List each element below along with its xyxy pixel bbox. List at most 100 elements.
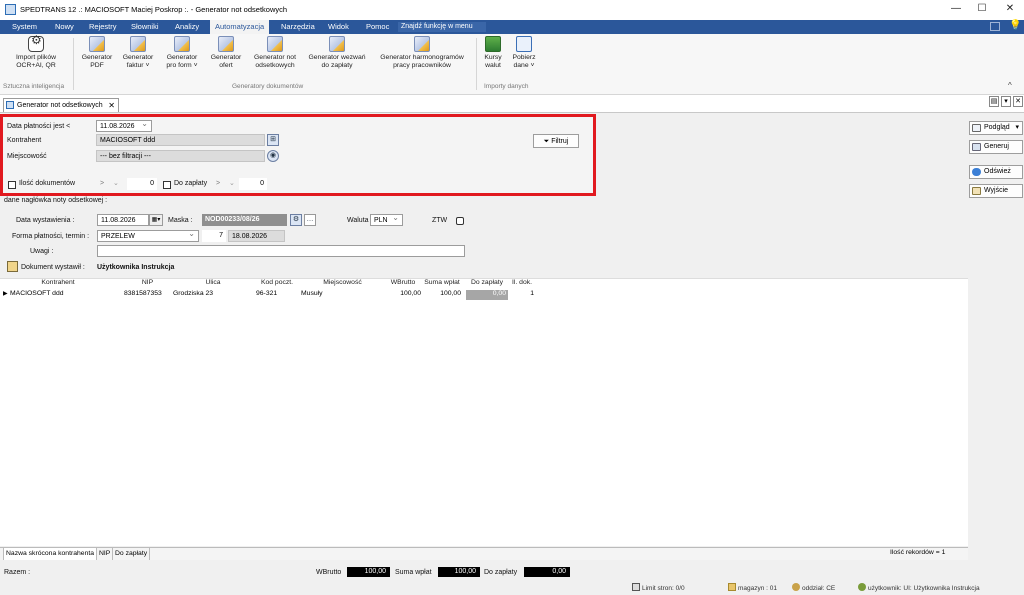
generator-invoices-button[interactable]: Generator faktur ˅ bbox=[118, 36, 158, 70]
column-header[interactable]: Suma wpłat bbox=[423, 279, 461, 289]
currency-select[interactable]: PLN bbox=[370, 212, 403, 226]
close-tab-icon[interactable]: ✕ bbox=[108, 99, 115, 112]
menu-new[interactable]: Nowy bbox=[55, 20, 74, 34]
mask-label: Maska : bbox=[168, 217, 193, 224]
cell-nip[interactable]: 8381587353 bbox=[124, 290, 162, 300]
ribbon-label: Generator bbox=[210, 54, 242, 61]
tab-interest-notes-generator[interactable]: Generator not odsetkowych ✕ bbox=[3, 98, 119, 112]
exchange-rates-button[interactable]: Kursy walut bbox=[479, 36, 507, 70]
generate-button[interactable]: Generuj bbox=[969, 140, 1023, 154]
cell-suma-wplat[interactable]: 100,00 bbox=[423, 290, 461, 300]
refresh-label: Odśwież bbox=[984, 168, 1011, 175]
contractor-lookup-icon[interactable]: ⊞ bbox=[267, 134, 279, 146]
menu-view[interactable]: Widok bbox=[328, 20, 349, 34]
ribbon-label: odsetkowych bbox=[255, 62, 295, 69]
window-list-icon[interactable]: ▤ bbox=[989, 96, 999, 107]
section-title: dane nagłówka noty odsetkowej : bbox=[4, 197, 108, 204]
menu-system[interactable]: System bbox=[12, 20, 37, 34]
cell-postal-code[interactable]: 96-321 bbox=[256, 290, 277, 300]
cell-wbrutto[interactable]: 100,00 bbox=[385, 290, 421, 300]
filter-button-label: Filtruj bbox=[551, 138, 569, 145]
column-header[interactable]: Do zapłaty bbox=[466, 279, 508, 289]
generator-interest-notes-button[interactable]: Generator not odsetkowych bbox=[248, 36, 302, 70]
chevron-down-icon[interactable]: ▾ bbox=[1015, 122, 1019, 134]
mask-settings-icon[interactable]: ⚙ bbox=[290, 214, 302, 226]
column-header[interactable]: Ulica bbox=[170, 279, 256, 289]
ribbon-label: walut bbox=[485, 62, 501, 69]
download-data-button[interactable]: Pobierz dane ˅ bbox=[508, 36, 540, 70]
cell-street[interactable]: Grodziska 23 bbox=[173, 290, 213, 300]
chevron-down-icon[interactable]: ⌄ bbox=[229, 179, 235, 187]
notes-field[interactable] bbox=[97, 245, 465, 257]
doc-count-checkbox[interactable] bbox=[8, 181, 16, 189]
globe-icon[interactable]: ◉ bbox=[267, 150, 279, 162]
close-document-icon[interactable]: ✕ bbox=[1013, 96, 1023, 107]
lightbulb-icon[interactable]: 💡 bbox=[1009, 20, 1021, 31]
payment-term-days-field[interactable]: 7 bbox=[202, 230, 226, 242]
tab-nip[interactable]: NIP bbox=[97, 548, 114, 560]
column-header[interactable]: Il. dok. bbox=[508, 279, 536, 289]
generator-proforma-button[interactable]: Generator pro form ˅ bbox=[160, 36, 204, 70]
column-header[interactable]: WBrutto bbox=[385, 279, 421, 289]
more-options-icon[interactable]: … bbox=[304, 214, 316, 226]
due-date-field[interactable]: 11.08.2026 bbox=[96, 118, 152, 132]
column-header[interactable]: Kontrahent bbox=[8, 279, 108, 289]
doc-count-field[interactable]: 0 bbox=[127, 178, 157, 190]
generator-pdf-button[interactable]: Generator PDF bbox=[78, 36, 116, 70]
menu-analyses[interactable]: Analizy bbox=[175, 20, 199, 34]
generator-payment-demands-button[interactable]: Generator wezwań do zapłaty bbox=[304, 36, 370, 70]
close-button[interactable]: ✕ bbox=[994, 0, 1024, 20]
to-pay-checkbox[interactable] bbox=[163, 181, 171, 189]
contractor-field[interactable]: MACIOSOFT ddd bbox=[96, 134, 265, 146]
tab-label: Generator not odsetkowych bbox=[17, 102, 103, 109]
to-pay-operator[interactable]: > bbox=[216, 180, 220, 187]
column-header[interactable]: Miejscowość bbox=[300, 279, 385, 289]
warehouse-icon bbox=[728, 583, 736, 591]
find-function-input[interactable]: Znajdź funkcję w menu bbox=[398, 22, 486, 32]
mask-field[interactable]: NOD00233/08/26 bbox=[202, 214, 287, 226]
payment-due-date-field: 18.08.2026 bbox=[228, 230, 285, 242]
menu-registers[interactable]: Rejestry bbox=[89, 20, 117, 34]
ztw-checkbox[interactable] bbox=[456, 217, 464, 225]
menu-tools[interactable]: Narzędzia bbox=[281, 20, 315, 34]
warehouse-status: magazyn : 01 bbox=[728, 583, 777, 592]
tab-to-pay[interactable]: Do zapłaty bbox=[113, 548, 151, 560]
app-icon bbox=[5, 4, 16, 15]
chevron-down-icon[interactable]: ⌄ bbox=[113, 179, 119, 187]
generator-schedules-button[interactable]: Generator harmonogramów pracy pracownikó… bbox=[372, 36, 472, 70]
filter-button[interactable]: ⏷ Filtruj bbox=[533, 134, 579, 148]
city-field[interactable]: --- bez filtracji --- bbox=[96, 150, 265, 162]
to-pay-field[interactable]: 0 bbox=[239, 178, 267, 190]
status-bar: Limit stron: 0/0 magazyn : 01 oddział: C… bbox=[0, 580, 1024, 595]
collapse-ribbon-icon[interactable]: ^ bbox=[1008, 81, 1012, 90]
issue-date-field[interactable]: 11.08.2026 bbox=[97, 214, 149, 226]
separator bbox=[476, 38, 477, 90]
document-tab-bar: Generator not odsetkowych ✕ bbox=[0, 95, 1024, 113]
generator-offers-button[interactable]: Generator ofert bbox=[206, 36, 246, 70]
column-header[interactable]: Kod poczt. bbox=[255, 279, 299, 289]
user-text: użytkownik: UI: Użytkownika Instrukcja bbox=[868, 585, 980, 592]
ztw-label: ZTW bbox=[432, 217, 448, 224]
exit-button[interactable]: Wyjście bbox=[969, 184, 1023, 198]
totals-to-pay-label: Do zapłaty bbox=[484, 569, 518, 576]
doc-count-operator[interactable]: > bbox=[100, 180, 104, 187]
dropdown-icon[interactable]: ▾ bbox=[1001, 96, 1011, 107]
cell-city[interactable]: Musuły bbox=[301, 290, 323, 300]
import-ocr-ai-button[interactable]: Import plików OCR+AI, QR bbox=[8, 36, 64, 70]
calendar-icon[interactable]: ▦▾ bbox=[149, 214, 163, 226]
currency-icon bbox=[485, 36, 501, 52]
menu-automation[interactable]: Automatyzacja bbox=[210, 20, 270, 34]
refresh-button[interactable]: Odśwież bbox=[969, 165, 1023, 179]
record-count: Ilość rekordów = 1 bbox=[890, 549, 946, 556]
menu-help[interactable]: Pomoc bbox=[366, 20, 389, 34]
menu-dictionaries[interactable]: Słowniki bbox=[131, 20, 159, 34]
preview-button[interactable]: Podgląd ▾ bbox=[969, 121, 1023, 135]
tab-short-name[interactable]: Nazwa skrócona kontrahenta bbox=[3, 548, 98, 560]
layout-icon[interactable] bbox=[990, 22, 1000, 31]
refresh-icon bbox=[972, 168, 981, 176]
cell-do-zaplaty[interactable]: 0,00 bbox=[466, 290, 508, 300]
user-icon[interactable] bbox=[7, 261, 18, 272]
payment-method-select[interactable]: PRZELEW bbox=[97, 228, 199, 242]
cell-kontrahent[interactable]: MACIOSOFT ddd bbox=[10, 290, 64, 300]
cell-il-dok[interactable]: 1 bbox=[510, 290, 534, 300]
